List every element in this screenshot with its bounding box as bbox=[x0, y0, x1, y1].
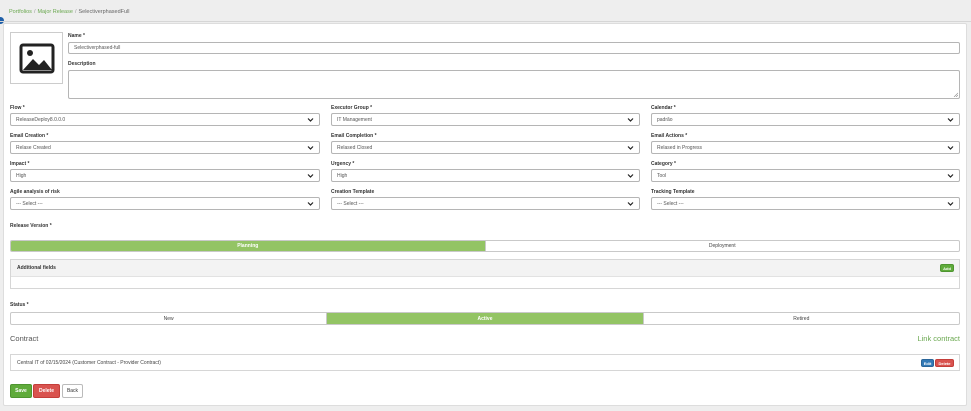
tracking-template-select[interactable]: --- Select --- bbox=[651, 197, 960, 210]
breadcrumb-portfolios-link[interactable]: Portfolios bbox=[9, 9, 32, 15]
urgency-label: Urgency * bbox=[331, 161, 355, 167]
chevron-down-icon bbox=[307, 118, 314, 122]
creation-template-value: --- Select --- bbox=[337, 200, 364, 207]
email-creation-value: Relase Created bbox=[16, 144, 51, 151]
email-actions-select[interactable]: Relased in Progress bbox=[651, 141, 960, 154]
impact-label: Impact * bbox=[10, 161, 30, 167]
delete-button[interactable]: Delete bbox=[33, 384, 60, 398]
flow-select[interactable]: ReleaseDeploy8.0.0.0 bbox=[10, 113, 320, 126]
status-label: Status * bbox=[10, 302, 29, 308]
description-label: Description bbox=[68, 61, 96, 67]
save-button[interactable]: Save bbox=[10, 384, 32, 398]
email-actions-label: Email Actions * bbox=[651, 133, 688, 139]
chevron-down-icon bbox=[627, 202, 634, 206]
chevron-down-icon bbox=[947, 174, 954, 178]
image-icon bbox=[19, 43, 54, 73]
description-textarea[interactable] bbox=[68, 70, 960, 99]
calendar-label: Calendar * bbox=[651, 105, 676, 111]
executor-group-select[interactable]: IT Management bbox=[331, 113, 640, 126]
calendar-select[interactable]: padrão bbox=[651, 113, 960, 126]
contract-row: Central IT of 02/15/2024 (Customer Contr… bbox=[10, 354, 960, 371]
category-value: Tool bbox=[657, 172, 667, 179]
email-creation-label: Email Creation * bbox=[10, 133, 49, 139]
chevron-down-icon bbox=[627, 118, 634, 122]
flow-label: Flow * bbox=[10, 105, 25, 111]
link-contract-link[interactable]: Link contract bbox=[910, 334, 960, 343]
chevron-down-icon bbox=[947, 146, 954, 150]
impact-value: High bbox=[16, 172, 27, 179]
name-label: Name * bbox=[68, 33, 85, 39]
category-select[interactable]: Tool bbox=[651, 169, 960, 182]
calendar-value: padrão bbox=[657, 116, 673, 123]
executor-group-value: IT Management bbox=[337, 116, 372, 123]
release-version-planning[interactable]: Planning bbox=[11, 241, 486, 251]
status-toggle: New Active Retired bbox=[10, 312, 960, 325]
additional-fields-title: Additional fields bbox=[17, 265, 56, 271]
back-button[interactable]: Back bbox=[62, 384, 83, 398]
edit-contract-button[interactable]: Edit bbox=[921, 359, 934, 367]
header-divider bbox=[0, 21, 971, 22]
contract-row-text: Central IT of 02/15/2024 (Customer Contr… bbox=[17, 360, 161, 366]
additional-fields-panel: Additional fields Add bbox=[10, 259, 960, 289]
flow-value: ReleaseDeploy8.0.0.0 bbox=[16, 116, 66, 123]
chevron-down-icon bbox=[947, 202, 954, 206]
contract-title: Contract bbox=[10, 334, 39, 343]
breadcrumb-current: SelectiverphasedFull bbox=[78, 9, 130, 15]
chevron-down-icon bbox=[947, 118, 954, 122]
delete-contract-button[interactable]: Delete bbox=[935, 359, 954, 367]
chevron-down-icon bbox=[627, 174, 634, 178]
agile-analysis-select[interactable]: --- Select --- bbox=[10, 197, 320, 210]
status-active[interactable]: Active bbox=[327, 313, 644, 324]
chevron-down-icon bbox=[307, 202, 314, 206]
release-version-label: Release Version * bbox=[10, 223, 52, 229]
urgency-select[interactable]: High bbox=[331, 169, 640, 182]
tracking-template-value: --- Select --- bbox=[657, 200, 684, 207]
impact-select[interactable]: High bbox=[10, 169, 320, 182]
additional-fields-header: Additional fields Add bbox=[11, 260, 959, 277]
agile-analysis-label: Agile analysis of risk bbox=[10, 189, 60, 195]
email-completion-label: Email Completion * bbox=[331, 133, 377, 139]
breadcrumb-major-release-link[interactable]: Major Release bbox=[37, 9, 72, 15]
add-field-button[interactable]: Add bbox=[940, 264, 954, 272]
category-label: Category * bbox=[651, 161, 677, 167]
release-version-deployment[interactable]: Deployment bbox=[486, 241, 960, 251]
agile-analysis-value: --- Select --- bbox=[16, 200, 43, 207]
chevron-down-icon bbox=[307, 146, 314, 150]
breadcrumb: Portfolios / Major Release / Selectiverphase… bbox=[9, 9, 130, 15]
release-version-toggle: Planning Deployment bbox=[10, 240, 960, 252]
email-creation-select[interactable]: Relase Created bbox=[10, 141, 320, 154]
creation-template-select[interactable]: --- Select --- bbox=[331, 197, 640, 210]
chevron-down-icon bbox=[307, 174, 314, 178]
release-image[interactable] bbox=[10, 32, 63, 84]
chevron-down-icon bbox=[627, 146, 634, 150]
resize-grip-icon[interactable] bbox=[953, 92, 958, 97]
status-retired[interactable]: Retired bbox=[644, 313, 959, 324]
status-new[interactable]: New bbox=[11, 313, 328, 324]
executor-group-label: Executor Group * bbox=[331, 105, 373, 111]
email-completion-value: Relased Closed bbox=[337, 144, 373, 151]
name-input[interactable]: Selectiverphased-full bbox=[68, 42, 960, 54]
tracking-template-label: Tracking Template bbox=[651, 189, 695, 195]
urgency-value: High bbox=[337, 172, 348, 179]
creation-template-label: Creation Template bbox=[331, 189, 375, 195]
email-completion-select[interactable]: Relased Closed bbox=[331, 141, 640, 154]
email-actions-value: Relased in Progress bbox=[657, 144, 703, 151]
